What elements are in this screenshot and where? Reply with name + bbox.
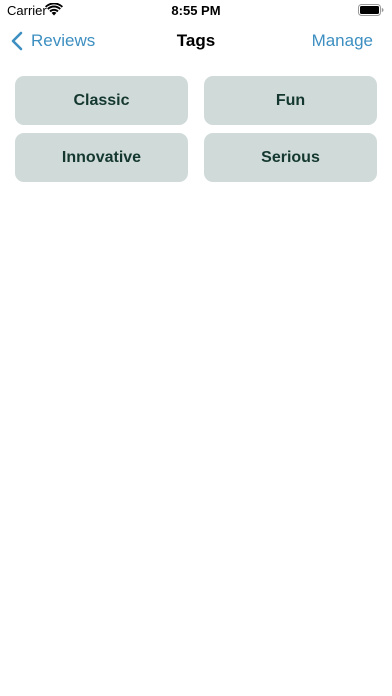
- tag-button[interactable]: Serious: [204, 133, 377, 182]
- status-bar: Carrier 8:55 PM: [0, 0, 392, 22]
- manage-button[interactable]: Manage: [312, 31, 373, 51]
- navigation-bar: Reviews Tags Manage: [0, 22, 392, 60]
- tag-button[interactable]: Fun: [204, 76, 377, 125]
- battery-icon: [358, 4, 384, 16]
- tag-button[interactable]: Classic: [15, 76, 188, 125]
- tag-button[interactable]: Innovative: [15, 133, 188, 182]
- tags-screen: Carrier 8:55 PM Reviews Tags Manage Clas…: [0, 0, 392, 696]
- status-time: 8:55 PM: [171, 3, 221, 18]
- tag-grid: Classic Fun Innovative Serious: [15, 76, 377, 182]
